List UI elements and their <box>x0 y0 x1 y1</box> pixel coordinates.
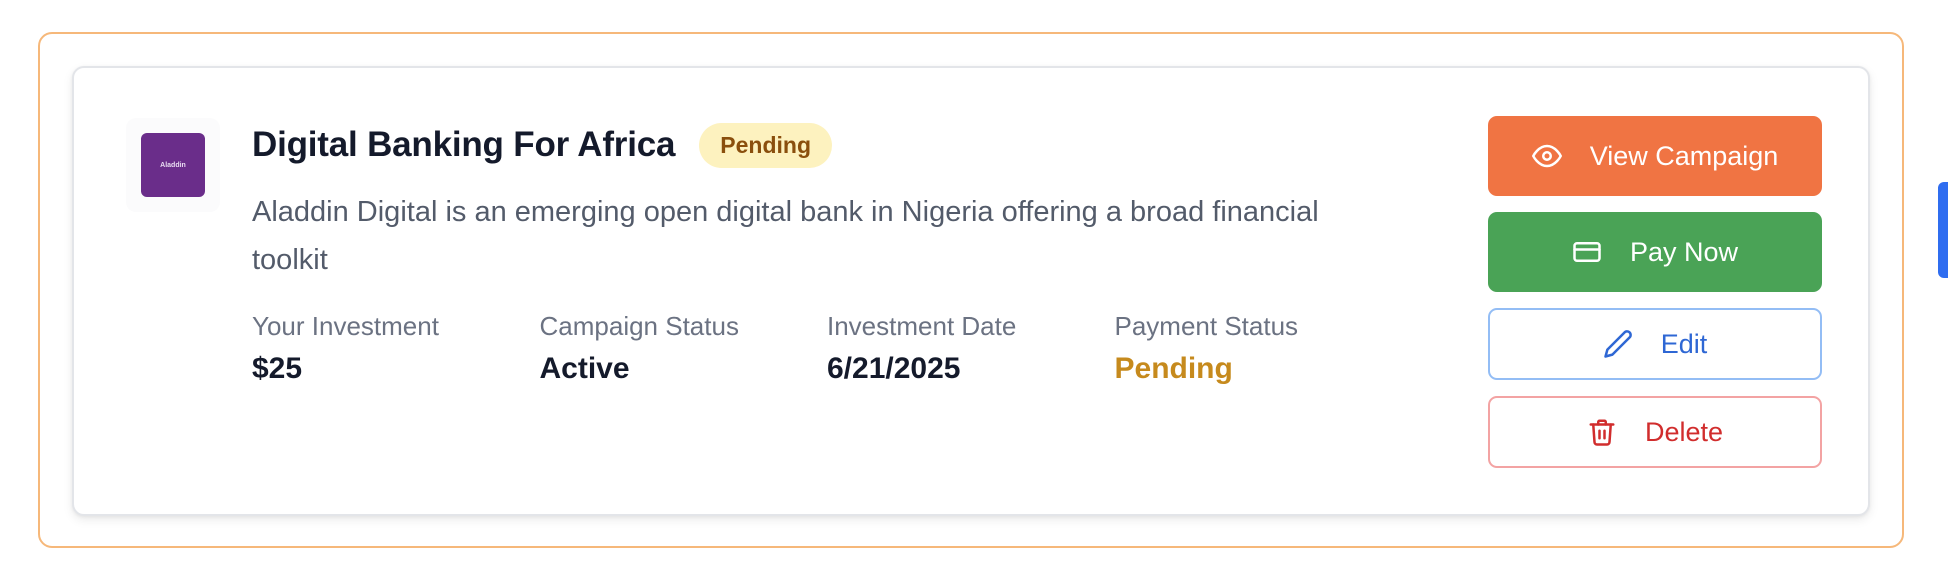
stat-label: Your Investment <box>252 311 439 341</box>
stat-payment-status: Payment Status Pending <box>1115 310 1403 388</box>
view-campaign-label: View Campaign <box>1589 140 1779 171</box>
edit-label: Edit <box>1660 328 1708 359</box>
campaign-info: Digital Banking For Africa Pending Aladd… <box>252 120 1402 388</box>
stat-value: 6/21/2025 <box>827 352 961 385</box>
campaign-logo: Aladdin <box>141 133 205 197</box>
pay-now-label: Pay Now <box>1629 236 1739 267</box>
delete-label: Delete <box>1644 416 1724 447</box>
delete-button[interactable]: Delete <box>1488 396 1822 468</box>
campaign-description: Aladdin Digital is an emerging open digi… <box>252 196 1319 276</box>
stat-label: Campaign Status <box>539 311 739 341</box>
stat-campaign-status: Campaign Status Active <box>540 310 828 388</box>
stat-value: Pending <box>1114 352 1233 385</box>
edit-button[interactable]: Edit <box>1488 308 1822 380</box>
campaign-logo-text: Aladdin <box>160 161 186 169</box>
pay-now-button[interactable]: Pay Now <box>1488 212 1822 292</box>
stat-label: Investment Date <box>827 311 1017 341</box>
view-campaign-button[interactable]: View Campaign <box>1488 116 1822 196</box>
stat-your-investment: Your Investment $25 <box>252 310 540 388</box>
stat-value: $25 <box>252 352 303 385</box>
status-badge: Pending <box>699 122 833 168</box>
campaign-actions: View Campaign Pay Now Edit Delete <box>1488 116 1822 468</box>
credit-card-icon <box>1573 242 1601 262</box>
stat-value: Active <box>539 352 630 385</box>
campaign-title-row: Digital Banking For Africa Pending <box>252 120 1402 170</box>
campaign-title: Digital Banking For Africa <box>252 125 676 164</box>
trash-icon <box>1589 419 1615 446</box>
stat-label: Payment Status <box>1114 311 1299 341</box>
stat-investment-date: Investment Date 6/21/2025 <box>827 310 1115 388</box>
eye-icon <box>1531 144 1562 168</box>
campaign-logo-container: Aladdin <box>126 118 220 212</box>
investment-stats: Your Investment $25 Campaign Status Acti… <box>252 310 1402 388</box>
investment-card: Aladdin Digital Banking For Africa Pendi… <box>72 66 1870 516</box>
pencil-icon <box>1603 330 1632 358</box>
side-panel-tab[interactable] <box>1938 182 1948 278</box>
